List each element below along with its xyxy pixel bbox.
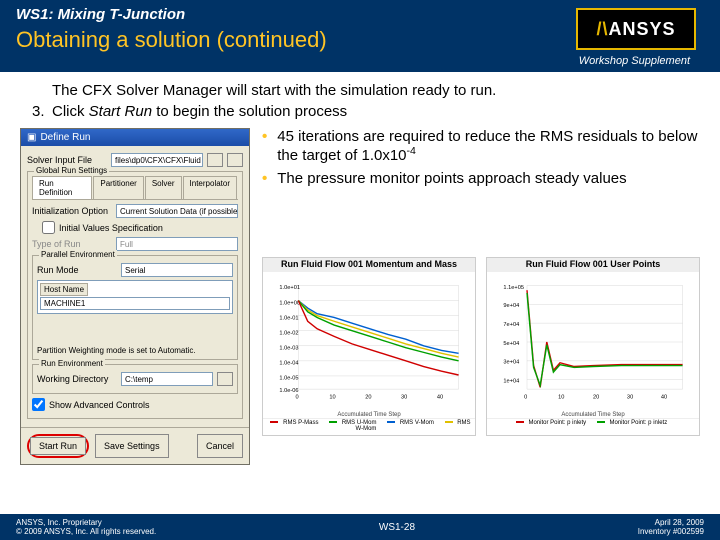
svg-text:0: 0 — [295, 394, 298, 400]
svg-text:40: 40 — [437, 394, 443, 400]
cancel-button[interactable]: Cancel — [197, 434, 243, 458]
svg-text:10: 10 — [558, 394, 564, 400]
run-env-group: Run Environment Working Directory C:\tem… — [32, 364, 238, 394]
svg-text:1.1e+05: 1.1e+05 — [503, 285, 524, 291]
svg-text:1.0e-01: 1.0e-01 — [279, 315, 298, 321]
svg-text:5e+04: 5e+04 — [503, 341, 519, 347]
chart-legend: RMS P-Mass RMS U-Mom RMS V-Mom RMS W-Mom — [263, 418, 475, 435]
svg-text:20: 20 — [593, 394, 599, 400]
parallel-env-group: Parallel Environment Run Mode Serial Hos… — [32, 255, 238, 360]
initial-values-label: Initial Values Specification — [59, 223, 163, 233]
bullet-icon: • — [262, 170, 267, 187]
slide-footer: ANSYS, Inc. Proprietary © 2009 ANSYS, In… — [0, 514, 720, 540]
initial-values-checkbox[interactable] — [42, 221, 55, 234]
browse-button[interactable] — [207, 153, 223, 167]
ansys-logo: /\ANSYS — [576, 8, 696, 50]
show-advanced-checkbox[interactable] — [32, 398, 45, 411]
svg-text:1.0e+00: 1.0e+00 — [279, 300, 300, 306]
list-item: • 45 iterations are required to reduce t… — [262, 128, 700, 164]
plot-svg: 1.1e+05 9e+04 7e+04 5e+04 3e+04 1e+04 0 10 2… — [491, 276, 695, 408]
svg-text:20: 20 — [365, 394, 371, 400]
solver-input-label: Solver Input File — [27, 155, 107, 165]
svg-text:1.0e-03: 1.0e-03 — [279, 345, 298, 351]
save-settings-button[interactable]: Save Settings — [95, 434, 169, 458]
dialog-title: Define Run — [40, 132, 90, 143]
slide-number: WS1-28 — [379, 522, 415, 533]
chart-title: Run Fluid Flow 001 User Points — [487, 258, 699, 272]
step-number: 3. — [32, 103, 52, 120]
svg-text:1.0e-05: 1.0e-05 — [279, 376, 298, 382]
svg-text:3e+04: 3e+04 — [503, 360, 519, 366]
chart-legend: Monitor Point: p inlety Monitor Point: p… — [487, 418, 699, 429]
solver-input-field[interactable]: files\dp0\CFX\CFX\Fluid Flow.def — [111, 153, 203, 167]
tab-partitioner[interactable]: Partitioner — [93, 176, 143, 199]
bullet-icon: • — [262, 128, 267, 145]
run-mode-label: Run Mode — [37, 265, 117, 275]
chart-user-points: Run Fluid Flow 001 User Points 1.1e+05 9e… — [486, 257, 700, 436]
svg-text:1.0e-04: 1.0e-04 — [279, 361, 298, 367]
working-dir-label: Working Directory — [37, 374, 117, 384]
step-text: Click Start Run to begin the solution pr… — [52, 103, 347, 120]
start-run-button[interactable]: Start Run — [30, 437, 86, 455]
browse-dir-button[interactable] — [217, 372, 233, 386]
settings-tabs: Run Definition Partitioner Solver Interp… — [32, 176, 238, 200]
plot-svg: 1.0e+01 1.0e+00 1.0e-01 1.0e-02 1.0e-03 1.0… — [267, 276, 471, 408]
window-icon: ▣ — [27, 132, 36, 143]
dialog-titlebar: ▣ Define Run — [21, 129, 249, 146]
type-of-run-field: Full — [116, 237, 238, 251]
svg-text:7e+04: 7e+04 — [503, 322, 519, 328]
global-run-settings-group: Global Run Settings Run Definition Parti… — [27, 171, 243, 419]
svg-text:1.0e-02: 1.0e-02 — [279, 330, 298, 336]
svg-text:0: 0 — [524, 394, 527, 400]
supplement-label: Workshop Supplement — [579, 55, 690, 67]
tab-interpolator[interactable]: Interpolator — [183, 176, 237, 199]
svg-text:10: 10 — [329, 394, 335, 400]
footer-right: April 28, 2009 Inventory #002599 — [638, 518, 704, 536]
type-of-run-label: Type of Run — [32, 239, 112, 249]
run-mode-select[interactable]: Serial — [121, 263, 233, 277]
intro-text: The CFX Solver Manager will start with t… — [52, 82, 700, 99]
define-run-dialog: ▣ Define Run Solver Input File files\dp0… — [20, 128, 250, 465]
partition-note: Partition Weighting mode is set to Autom… — [37, 346, 233, 355]
list-item: • The pressure monitor points approach s… — [262, 170, 700, 187]
chart-title: Run Fluid Flow 001 Momentum and Mass — [263, 258, 475, 272]
svg-text:1.0e+01: 1.0e+01 — [279, 285, 300, 291]
slide-header: WS1: Mixing T-Junction Obtaining a solut… — [0, 0, 720, 72]
tab-solver[interactable]: Solver — [145, 176, 182, 199]
svg-text:1e+04: 1e+04 — [503, 378, 519, 384]
tab-run-definition[interactable]: Run Definition — [32, 176, 92, 199]
working-dir-field[interactable]: C:\temp — [121, 372, 213, 386]
slide-content: The CFX Solver Manager will start with t… — [0, 72, 720, 475]
svg-text:30: 30 — [401, 394, 407, 400]
svg-text:1.0e-06: 1.0e-06 — [279, 388, 298, 394]
chart-momentum-mass: Run Fluid Flow 001 Momentum and Mass 1.0… — [262, 257, 476, 436]
notes-list: • 45 iterations are required to reduce t… — [262, 128, 700, 187]
svg-text:30: 30 — [627, 394, 633, 400]
host-row[interactable]: MACHINE1 — [40, 297, 230, 310]
show-advanced-label: Show Advanced Controls — [49, 400, 150, 410]
init-option-label: Initialization Option — [32, 206, 112, 216]
svg-text:40: 40 — [661, 394, 667, 400]
init-option-select[interactable]: Current Solution Data (if possible) — [116, 204, 238, 218]
reload-button[interactable] — [227, 153, 243, 167]
host-list[interactable]: Host Name MACHINE1 — [37, 280, 233, 314]
host-name-header: Host Name — [40, 283, 88, 296]
footer-left: ANSYS, Inc. Proprietary © 2009 ANSYS, In… — [16, 518, 156, 536]
svg-text:9e+04: 9e+04 — [503, 303, 519, 309]
step-3: 3. Click Start Run to begin the solution… — [32, 103, 700, 120]
